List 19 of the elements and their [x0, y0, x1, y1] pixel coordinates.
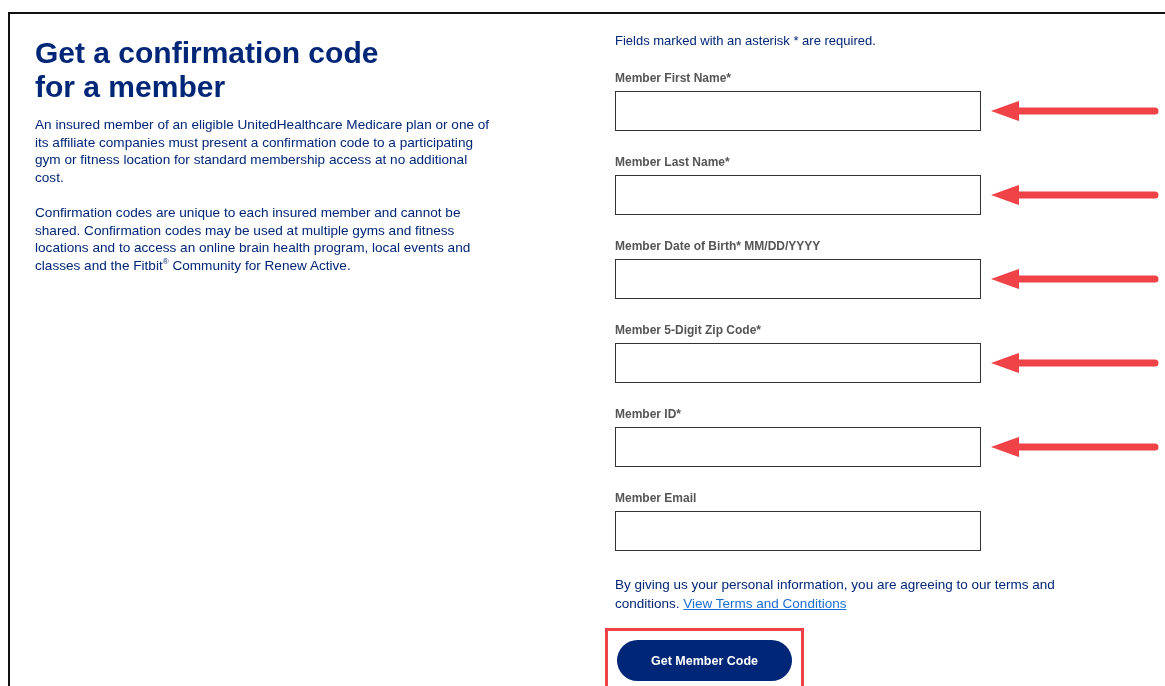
field-label: Member Email — [615, 491, 698, 506]
input-field[interactable] — [615, 91, 981, 131]
input-field[interactable] — [615, 343, 981, 383]
field-label: Member ID* — [615, 407, 683, 422]
field-label: Member Last Name* — [615, 155, 731, 170]
required-note: Fields marked with an asterisk * are required. — [615, 33, 877, 48]
input-field[interactable] — [615, 511, 981, 551]
description-text: An insured member of an eligible UnitedHealthcare Medicare plan or one of its affiliate companies must present a confirmation code to a participating gym or fitness location for standard membership access at no additional cost. — [35, 116, 491, 186]
submit-button[interactable]: Get Member Code — [617, 640, 792, 681]
input-field[interactable] — [615, 427, 981, 467]
terms-link[interactable]: View Terms and Conditions — [683, 596, 847, 611]
page-title: Get a confirmation code for a member — [35, 36, 380, 104]
input-field[interactable] — [615, 259, 981, 299]
description-text: Confirmation codes are unique to each insured member and cannot be shared. Confirmation codes may be used at multiple gyms and fitness locations and to access an online brain health program, local events and classes and the Fitbit$^{®}$ Community for Renew Active. — [35, 204, 472, 274]
field-label: Member 5-Digit Zip Code* — [615, 323, 762, 338]
input-field[interactable] — [615, 175, 981, 215]
consent-text: By giving us your personal information, you are agreeing to our terms and conditions. View Terms and Conditions — [615, 576, 1055, 613]
field-label: Member Date of Birth* MM/DD/YYYY — [615, 239, 822, 254]
field-label: Member First Name* — [615, 71, 733, 86]
